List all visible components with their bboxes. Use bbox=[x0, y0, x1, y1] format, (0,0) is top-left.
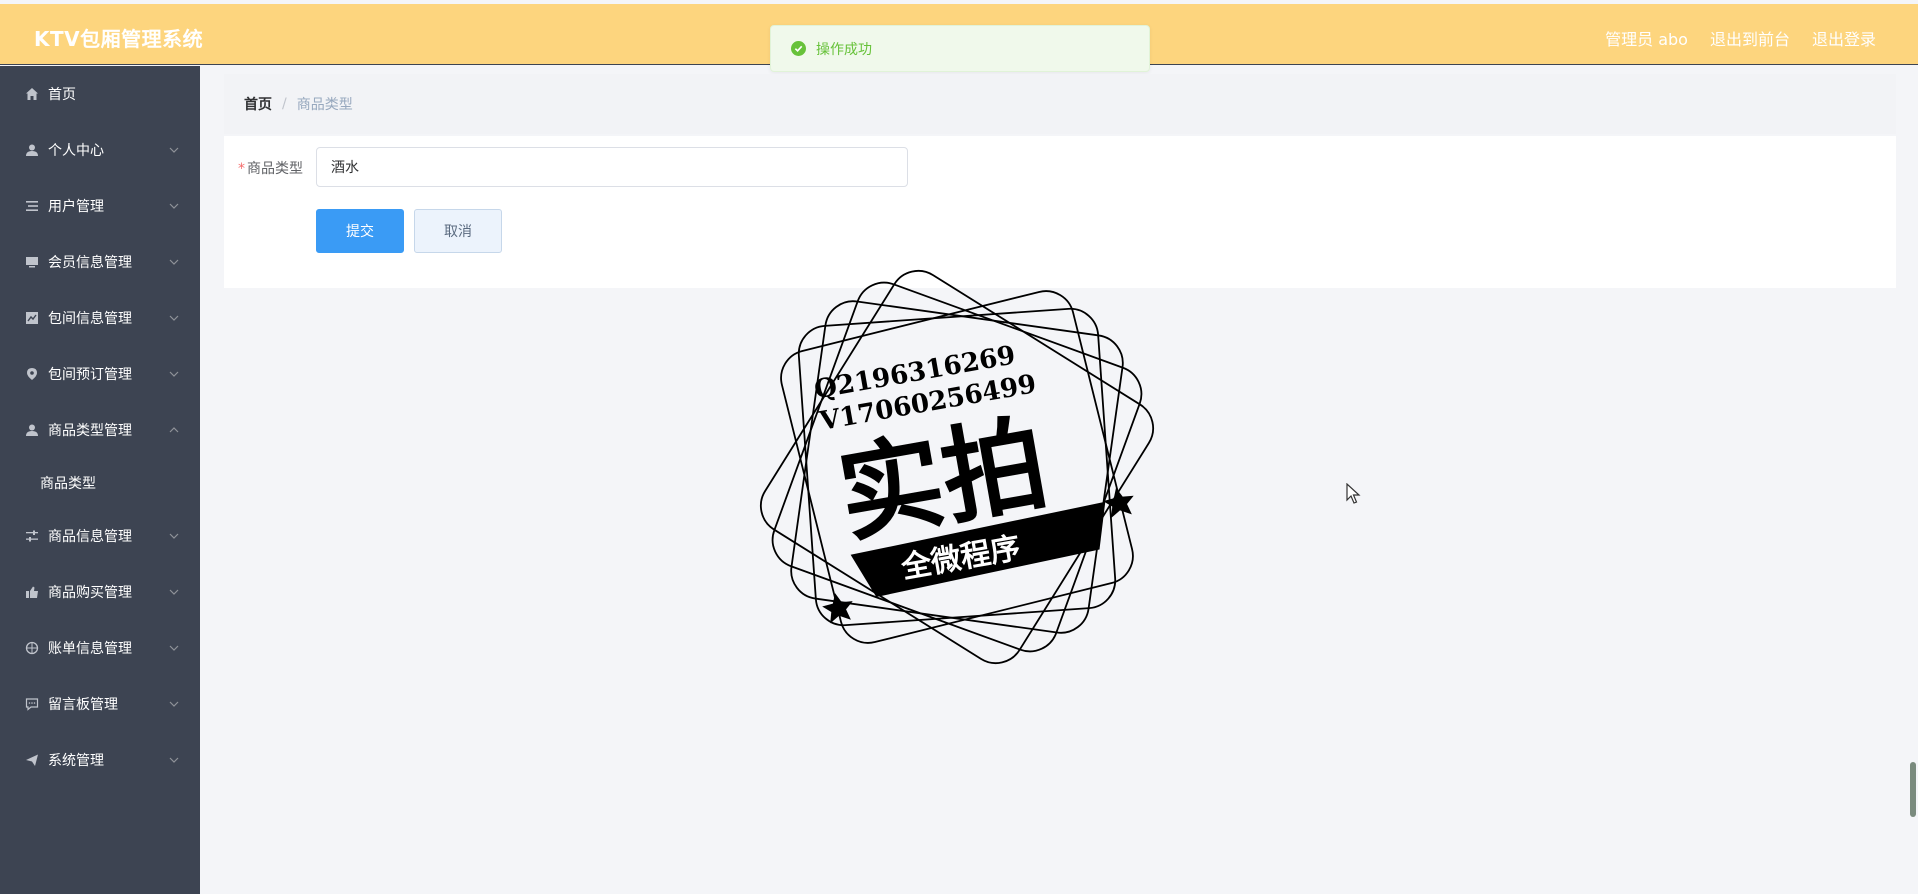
logout-link[interactable]: 退出登录 bbox=[1812, 26, 1876, 50]
chart-icon bbox=[24, 310, 40, 326]
sidebar-item-label: 个人中心 bbox=[48, 143, 104, 159]
breadcrumb-separator: / bbox=[282, 96, 287, 112]
admin-user-label: 管理员 abo bbox=[1605, 30, 1688, 49]
mouse-cursor-icon bbox=[1346, 483, 1361, 504]
chevron-down-icon bbox=[169, 589, 179, 595]
required-mark: * bbox=[238, 161, 245, 177]
scrollbar-thumb[interactable] bbox=[1910, 762, 1916, 817]
top-right-actions: 管理员 abo 退出到前台 退出登录 bbox=[1605, 26, 1876, 50]
app-title: KTV包厢管理系统 bbox=[34, 27, 204, 51]
chevron-down-icon bbox=[169, 645, 179, 651]
sidebar-item-message-board[interactable]: 留言板管理 bbox=[0, 676, 200, 732]
chevron-down-icon bbox=[169, 203, 179, 209]
chevron-down-icon bbox=[169, 259, 179, 265]
sidebar-item-member-info[interactable]: 会员信息管理 bbox=[0, 234, 200, 290]
chevron-down-icon bbox=[169, 533, 179, 539]
sidebar-subitem-goods-type[interactable]: 商品类型 bbox=[0, 458, 200, 508]
sidebar: 首页 个人中心 用户管理 会员信息管理 包间信息管理 包间预订管理 商品类型管理… bbox=[0, 66, 200, 894]
send-icon bbox=[24, 752, 40, 768]
user-icon bbox=[24, 142, 40, 158]
exit-to-frontend-link[interactable]: 退出到前台 bbox=[1710, 26, 1790, 50]
sidebar-item-label: 商品类型管理 bbox=[48, 423, 132, 439]
goods-type-label-text: 商品类型 bbox=[247, 161, 303, 177]
breadcrumb-current: 商品类型 bbox=[296, 97, 353, 113]
chevron-down-icon bbox=[169, 757, 179, 763]
sidebar-subitem-label: 商品类型 bbox=[40, 476, 96, 492]
goods-type-input[interactable] bbox=[316, 147, 908, 187]
sidebar-item-goods-info[interactable]: 商品信息管理 bbox=[0, 508, 200, 564]
list-icon bbox=[24, 198, 40, 214]
cancel-button[interactable]: 取消 bbox=[414, 209, 502, 253]
chevron-down-icon bbox=[169, 371, 179, 377]
sidebar-item-room-info[interactable]: 包间信息管理 bbox=[0, 290, 200, 346]
breadcrumb-home[interactable]: 首页 bbox=[244, 94, 272, 114]
chevron-up-icon bbox=[169, 427, 179, 433]
sidebar-item-label: 商品信息管理 bbox=[48, 529, 132, 545]
chevron-down-icon bbox=[169, 315, 179, 321]
chevron-down-icon bbox=[169, 701, 179, 707]
watermark-stamp: Q2196316269 V17060256499 实拍 全微程序 bbox=[745, 255, 1170, 680]
sidebar-item-personal-center[interactable]: 个人中心 bbox=[0, 122, 200, 178]
sliders-icon bbox=[24, 528, 40, 544]
sidebar-item-label: 首页 bbox=[48, 87, 76, 103]
goods-type-label: * 商品类型 bbox=[238, 158, 303, 178]
sidebar-item-label: 商品购买管理 bbox=[48, 585, 132, 601]
toast-message: 操作成功 bbox=[816, 41, 872, 58]
breadcrumb: 首页 / 商品类型 bbox=[224, 74, 1896, 134]
user-icon bbox=[24, 422, 40, 438]
sidebar-item-label: 会员信息管理 bbox=[48, 255, 132, 271]
thumb-icon bbox=[24, 584, 40, 600]
sidebar-item-goods-purchase[interactable]: 商品购买管理 bbox=[0, 564, 200, 620]
chevron-down-icon bbox=[169, 147, 179, 153]
location-icon bbox=[24, 366, 40, 382]
sidebar-item-label: 系统管理 bbox=[48, 753, 104, 769]
home-icon bbox=[24, 86, 40, 102]
sidebar-item-home[interactable]: 首页 bbox=[0, 66, 200, 122]
check-circle-icon bbox=[791, 41, 806, 56]
sidebar-item-label: 用户管理 bbox=[48, 199, 104, 215]
sidebar-item-room-booking[interactable]: 包间预订管理 bbox=[0, 346, 200, 402]
sidebar-item-bill-info[interactable]: 账单信息管理 bbox=[0, 620, 200, 676]
sidebar-item-label: 包间预订管理 bbox=[48, 367, 132, 383]
monitor-icon bbox=[24, 254, 40, 270]
success-toast: 操作成功 bbox=[770, 25, 1150, 72]
basketball-icon bbox=[24, 640, 40, 656]
submit-button[interactable]: 提交 bbox=[316, 209, 404, 253]
sidebar-item-goods-type-management[interactable]: 商品类型管理 bbox=[0, 402, 200, 458]
sidebar-item-label: 包间信息管理 bbox=[48, 311, 132, 327]
sidebar-item-system-management[interactable]: 系统管理 bbox=[0, 732, 200, 788]
sidebar-item-label: 账单信息管理 bbox=[48, 641, 132, 657]
chat-icon bbox=[24, 696, 40, 712]
sidebar-item-user-management[interactable]: 用户管理 bbox=[0, 178, 200, 234]
sidebar-item-label: 留言板管理 bbox=[48, 697, 118, 713]
